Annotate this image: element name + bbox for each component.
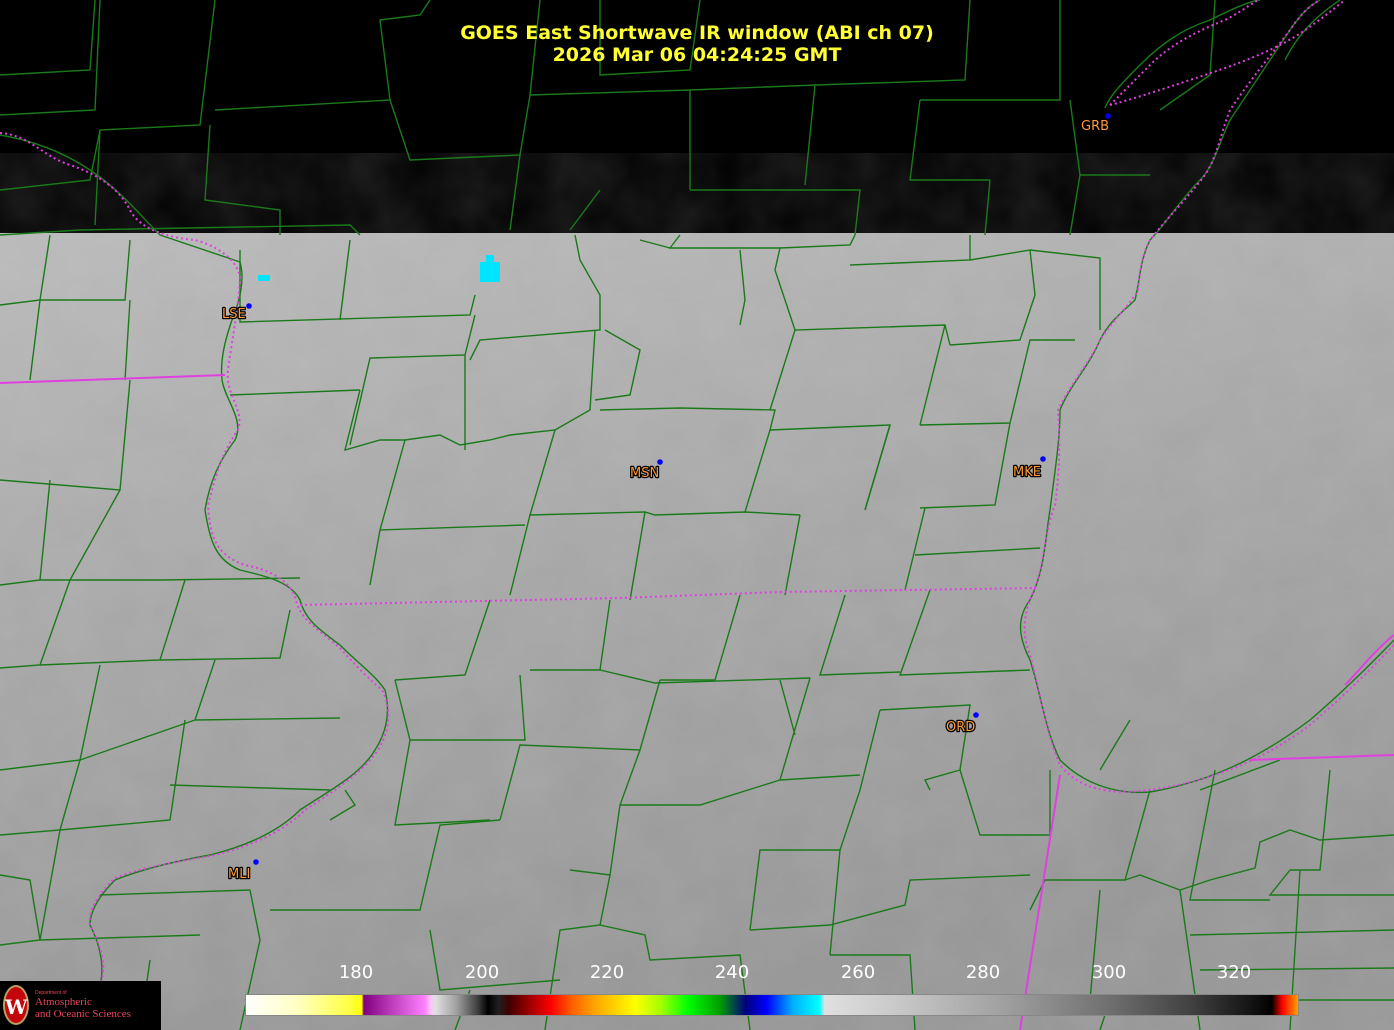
- station-dot-grb: [1105, 113, 1111, 119]
- station-label-mli: MLI: [228, 867, 250, 882]
- logo-text-line2: and Oceanic Sciences: [35, 1008, 131, 1020]
- station-label-lse: LSE: [222, 307, 246, 322]
- station-dot-lse: [246, 303, 252, 309]
- station-label-msn: MSN: [630, 466, 659, 481]
- colorbar-tick: 240: [714, 962, 750, 983]
- station-label-ord: ORD: [946, 720, 975, 735]
- aos-logo: W Department of Atmospheric and Oceanic …: [0, 981, 161, 1030]
- image-title: GOES East Shortwave IR window (ABI ch 07…: [460, 22, 934, 44]
- station-dot-mke: [1040, 456, 1046, 462]
- colorbar-tick: 200: [464, 962, 500, 983]
- station-label-mke: MKE: [1013, 465, 1041, 480]
- logo-text-line1: Atmospheric: [35, 996, 92, 1008]
- temperature-colorbar: [245, 994, 1299, 1016]
- satellite-map: GRB LSE MSN MKE ORD MLI: [0, 0, 1394, 1030]
- colorbar-tick: 280: [965, 962, 1001, 983]
- colorbar-tick: 260: [840, 962, 876, 983]
- station-dot-msn: [657, 459, 663, 465]
- station-dot-ord: [973, 712, 979, 718]
- colorbar-tick: 300: [1091, 962, 1127, 983]
- ir-texture: [0, 233, 1394, 1030]
- colorbar-tick: 320: [1216, 962, 1252, 983]
- station-label-grb: GRB: [1081, 119, 1109, 134]
- colorbar-tick: 180: [338, 962, 374, 983]
- station-dot-mli: [253, 859, 259, 865]
- colorbar-tick: 220: [589, 962, 625, 983]
- uw-seal-icon: W: [3, 985, 29, 1025]
- image-timestamp: 2026 Mar 06 04:24:25 GMT: [552, 44, 842, 66]
